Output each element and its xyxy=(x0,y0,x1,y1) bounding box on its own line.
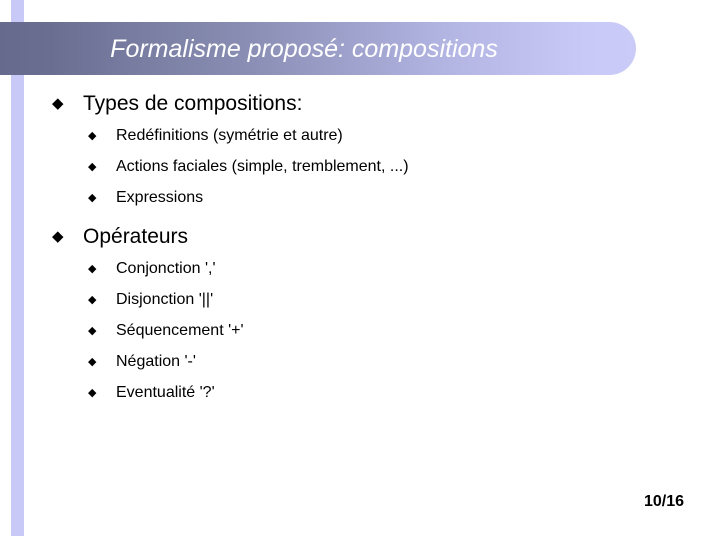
bullet-item-level2: ◆ Séquencement '+' xyxy=(0,317,720,345)
list-item-label: Négation '-' xyxy=(116,353,196,370)
bullet-item-level1: ◆ Opérateurs xyxy=(0,221,720,253)
diamond-bullet-icon: ◆ xyxy=(88,130,97,142)
diamond-bullet-icon: ◆ xyxy=(52,228,64,245)
bullet-item-level2: ◆ Expressions xyxy=(0,184,720,212)
bullet-item-level2: ◆ Conjonction ',' xyxy=(0,255,720,283)
slide-content: ◆ Types de compositions: ◆ Redéfinitions… xyxy=(0,88,720,410)
list-item-label: Redéfinitions (symétrie et autre) xyxy=(116,127,343,144)
bullet-item-level1: ◆ Types de compositions: xyxy=(0,88,720,120)
list-item-label: Conjonction ',' xyxy=(116,260,216,277)
diamond-bullet-icon: ◆ xyxy=(88,356,97,368)
bullet-item-level2: ◆ Eventualité '?' xyxy=(0,379,720,407)
diamond-bullet-icon: ◆ xyxy=(52,95,64,112)
list-item-label: Eventualité '?' xyxy=(116,384,215,401)
bullet-item-level2: ◆ Redéfinitions (symétrie et autre) xyxy=(0,122,720,150)
bullet-item-level2: ◆ Négation '-' xyxy=(0,348,720,376)
diamond-bullet-icon: ◆ xyxy=(88,161,97,173)
diamond-bullet-icon: ◆ xyxy=(88,294,97,306)
diamond-bullet-icon: ◆ xyxy=(88,192,97,204)
diamond-bullet-icon: ◆ xyxy=(88,263,97,275)
list-item-label: Disjonction '||' xyxy=(116,291,214,308)
bullet-item-level2: ◆ Disjonction '||' xyxy=(0,286,720,314)
list-item-label: Séquencement '+' xyxy=(116,322,244,339)
page-title: Formalisme proposé: compositions xyxy=(110,34,498,63)
list-item-label: Actions faciales (simple, tremblement, .… xyxy=(116,158,409,175)
slide-title-banner: Formalisme proposé: compositions xyxy=(0,22,636,75)
diamond-bullet-icon: ◆ xyxy=(88,387,97,399)
list-item-label: Expressions xyxy=(116,189,204,206)
section-heading: Opérateurs xyxy=(83,225,189,248)
section-heading: Types de compositions: xyxy=(83,92,303,115)
diamond-bullet-icon: ◆ xyxy=(88,325,97,337)
bullet-item-level2: ◆ Actions faciales (simple, tremblement,… xyxy=(0,153,720,181)
page-number: 10/16 xyxy=(643,493,684,510)
